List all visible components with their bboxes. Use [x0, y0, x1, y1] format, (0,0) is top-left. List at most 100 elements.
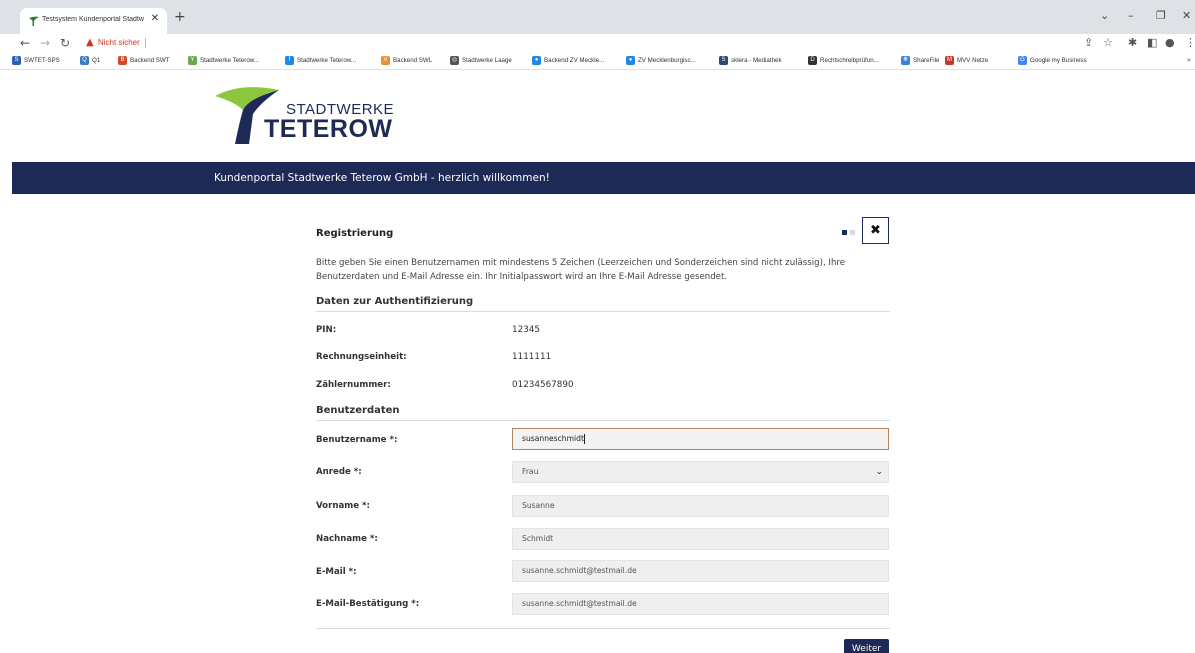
bookmark-item[interactable]: Q Q1	[80, 56, 100, 68]
email-confirm-value: susanne.schmidt@testmail.de	[522, 599, 637, 608]
spellcheck-icon: D	[808, 56, 817, 65]
backend-icon: B	[118, 56, 127, 65]
browser-toolbar: ← → ↻ ▲ Nicht sicher ⇪ ☆ ✱ ◧ ● ⋮	[0, 34, 1195, 54]
salutation-select[interactable]: Frau ⌄	[512, 461, 889, 483]
bookmark-label: Stadtwerke Laage	[462, 57, 512, 64]
stadtwerke-blue-icon: f	[285, 56, 294, 65]
bookmark-label: Backend SWT	[130, 57, 170, 64]
section-divider	[316, 420, 890, 421]
salutation-value: Frau	[522, 467, 539, 476]
window-close-icon[interactable]: ✕	[1182, 9, 1191, 22]
tab-search-icon[interactable]: ⌄	[1100, 9, 1109, 22]
billing-unit-value: 1111111	[512, 352, 552, 362]
back-icon[interactable]: ←	[20, 36, 30, 50]
sharefile-icon: ❋	[901, 56, 910, 65]
username-label: Benutzername *:	[316, 435, 398, 445]
share-icon[interactable]: ⇪	[1084, 36, 1093, 49]
meter-number-value: 01234567890	[512, 380, 574, 390]
step-inactive	[850, 230, 855, 235]
bookmark-item[interactable]: D Rechtschreibprüfun...	[808, 56, 879, 68]
bookmark-label: Q1	[92, 57, 101, 64]
address-separator	[145, 38, 146, 48]
bookmark-item[interactable]: V Backend SWL	[381, 56, 432, 68]
bookmark-item[interactable]: B Backend SWT	[118, 56, 170, 68]
mvv-icon: M	[945, 56, 954, 65]
bookmark-label: MVV Netze	[957, 57, 989, 64]
bookmarks-bar: S SWTET-SPS Q Q1 B Backend SWT Y Stadtwerke Tet…	[0, 54, 1195, 70]
banner-text: Kundenportal Stadtwerke Teterow GmbH - h…	[214, 172, 550, 184]
welcome-banner: Kundenportal Stadtwerke Teterow GmbH - h…	[12, 162, 1195, 194]
stadtwerke-icon: Y	[188, 56, 197, 65]
chevron-down-icon: ⌄	[875, 467, 883, 477]
bookmark-item[interactable]: M MVV Netze	[945, 56, 988, 68]
sharepoint-icon: S	[12, 56, 21, 65]
bookmark-label: SWTET-SPS	[24, 57, 60, 64]
tab-strip: Testsystem Kundenportal Stadtw ✕ + ⌄ – ❐…	[0, 0, 1195, 34]
address-bar[interactable]: ▲ Nicht sicher	[80, 36, 1100, 52]
bookmark-item[interactable]: ● ZV Mecklenburgisc...	[626, 56, 696, 68]
stadtwerke-logo[interactable]: STADTWERKE TETEROW	[213, 84, 394, 146]
username-value: susanneschmidt	[522, 434, 584, 443]
bookmark-label: Google my Business	[1030, 57, 1087, 64]
lastname-input[interactable]: Schmidt	[512, 528, 889, 550]
next-button[interactable]: Weiter	[844, 639, 889, 653]
sidepanel-icon[interactable]: ◧	[1147, 36, 1157, 49]
registration-panel: Registrierung ✖ Bitte geben Sie einen Be…	[316, 216, 890, 653]
more-bookmarks-icon[interactable]: »	[1187, 56, 1191, 64]
step-indicator	[842, 230, 856, 236]
zv-icon: ●	[532, 56, 541, 65]
tab-close-icon[interactable]: ✕	[151, 13, 159, 24]
salutation-label: Anrede *:	[316, 467, 362, 477]
intro-text: Bitte geben Sie einen Benutzernamen mit …	[316, 258, 846, 282]
bookmark-label: Rechtschreibprüfun...	[820, 57, 879, 64]
forward-icon[interactable]: →	[40, 36, 50, 50]
minimize-icon[interactable]: –	[1128, 9, 1134, 22]
bookmark-item[interactable]: ● Backend ZV Meckle...	[532, 56, 604, 68]
browser-tab[interactable]: Testsystem Kundenportal Stadtw ✕	[20, 8, 167, 34]
bookmark-item[interactable]: G Google my Business	[1018, 56, 1087, 68]
tab-title: Testsystem Kundenportal Stadtw	[42, 16, 144, 23]
bookmark-item[interactable]: Y Stadtwerke Teterow...	[188, 56, 259, 68]
menu-icon[interactable]: ⋮	[1185, 36, 1195, 49]
sklera-icon: S	[719, 56, 728, 65]
close-button[interactable]: ✖	[862, 217, 889, 244]
logo-text-teterow: TETEROW	[264, 115, 393, 143]
profile-icon[interactable]: ●	[1165, 36, 1175, 49]
bookmark-label: sklera - Mediathek	[731, 57, 782, 64]
email-confirm-input[interactable]: susanne.schmidt@testmail.de	[512, 593, 889, 615]
bookmark-item[interactable]: ◎ Stadtwerke Laage	[450, 56, 512, 68]
step-active	[842, 230, 847, 235]
email-value: susanne.schmidt@testmail.de	[522, 566, 637, 575]
bookmark-label: Stadtwerke Teterow...	[297, 57, 357, 64]
bookmark-item[interactable]: Ssklera - Mediathek	[719, 56, 782, 68]
bookmark-item[interactable]: f Stadtwerke Teterow...	[285, 56, 356, 68]
page-title: Registrierung	[316, 228, 394, 239]
browser-chrome: Testsystem Kundenportal Stadtw ✕ + ⌄ – ❐…	[0, 0, 1195, 70]
email-label: E-Mail *:	[316, 567, 357, 577]
warning-icon: ▲	[86, 37, 94, 48]
lastname-value: Schmidt	[522, 534, 554, 543]
username-input[interactable]: susanneschmidt	[512, 428, 889, 450]
stadtwerke-favicon-icon	[29, 16, 39, 26]
bookmark-label: Backend ZV Meckle...	[544, 57, 605, 64]
reload-icon[interactable]: ↻	[60, 36, 70, 50]
swl-icon: V	[381, 56, 390, 65]
laage-icon: ◎	[450, 56, 459, 65]
firstname-input[interactable]: Susanne	[512, 495, 889, 517]
bookmark-label: Backend SWL	[393, 57, 433, 64]
bookmark-item[interactable]: S SWTET-SPS	[12, 56, 60, 68]
new-tab-button[interactable]: +	[174, 9, 186, 25]
firstname-value: Susanne	[522, 501, 555, 510]
restore-icon[interactable]: ❐	[1156, 9, 1166, 22]
lastname-label: Nachname *:	[316, 534, 378, 544]
bookmark-star-icon[interactable]: ☆	[1103, 36, 1113, 49]
email-input[interactable]: susanne.schmidt@testmail.de	[512, 560, 889, 582]
text-caret	[583, 434, 585, 444]
bookmark-item[interactable]: ❋ ShareFile	[901, 56, 939, 68]
extensions-icon[interactable]: ✱	[1128, 36, 1137, 49]
not-secure-label[interactable]: Nicht sicher	[98, 38, 140, 47]
q1-icon: Q	[80, 56, 89, 65]
google-icon: G	[1018, 56, 1027, 65]
bookmark-label: Stadtwerke Teterow...	[200, 57, 260, 64]
section-divider	[316, 628, 890, 629]
